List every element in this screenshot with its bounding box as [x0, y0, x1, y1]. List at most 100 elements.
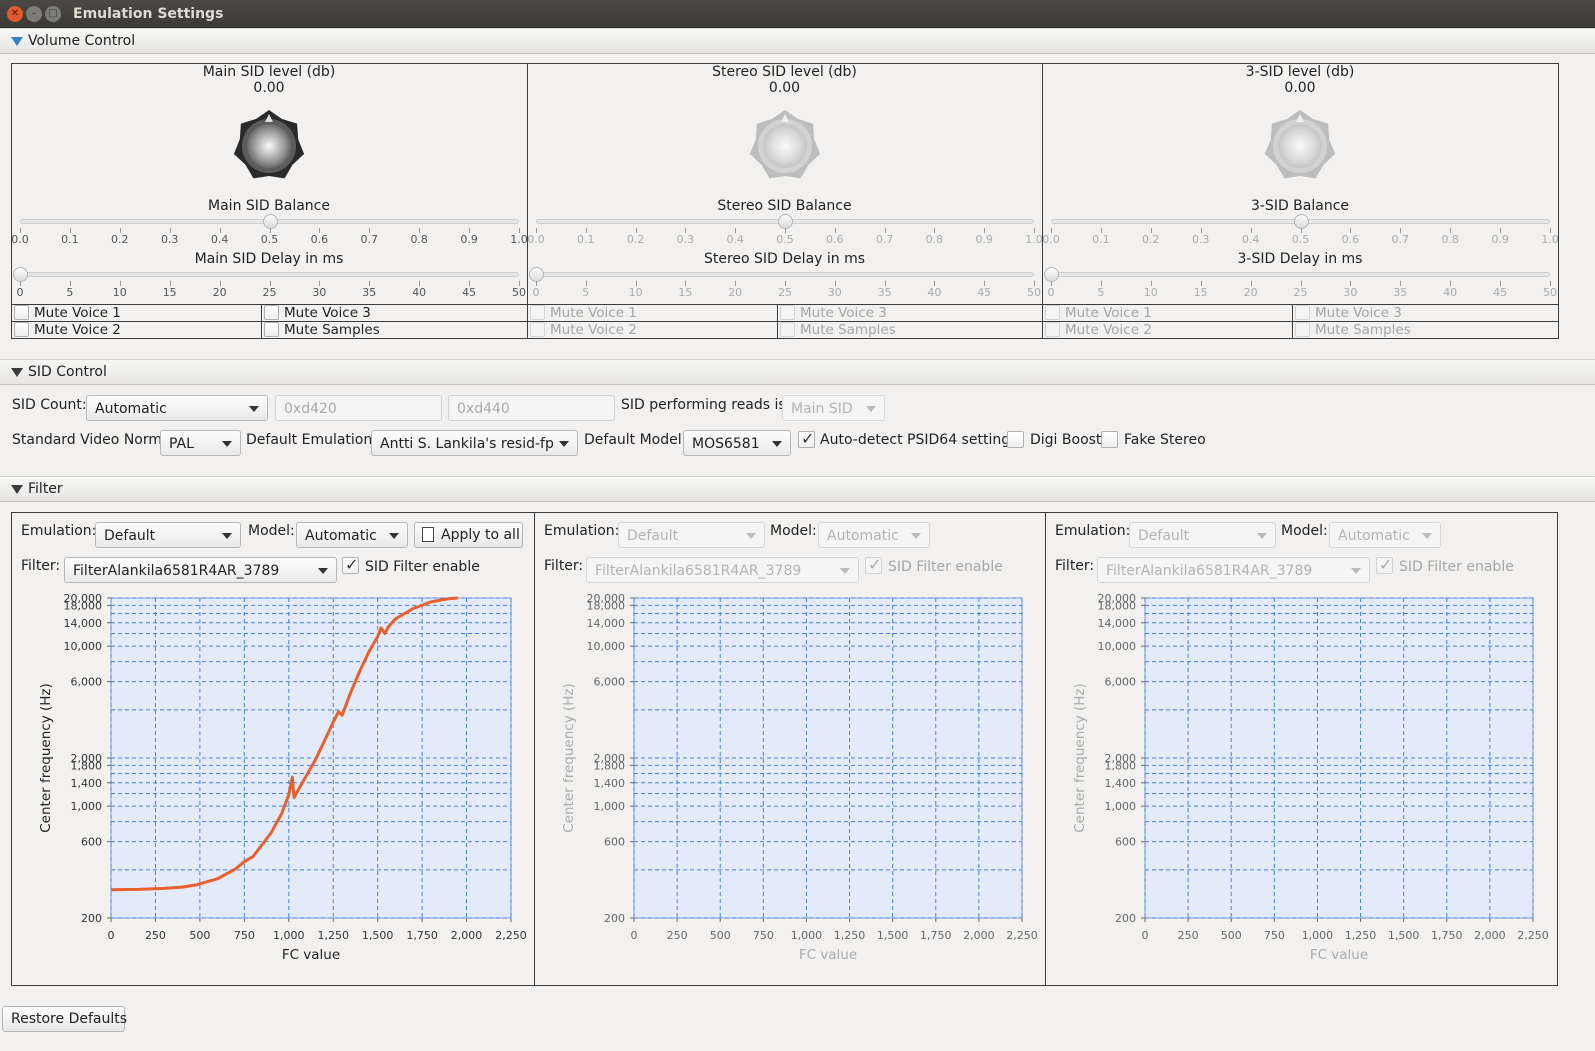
- mute-label: Mute Voice 3: [800, 305, 887, 321]
- filter-header[interactable]: Filter: [0, 476, 1595, 502]
- volume-knob[interactable]: [232, 109, 306, 183]
- mute-checkbox[interactable]: [780, 305, 795, 320]
- sid-filter-enable-checkbox[interactable]: [865, 555, 882, 574]
- minimize-window-button[interactable]: –: [26, 6, 42, 22]
- delay-label: Stereo SID Delay in ms: [703, 251, 866, 267]
- mute-checkbox[interactable]: [264, 305, 279, 320]
- balance-tick-label: 0.2: [1142, 233, 1160, 246]
- emulation-label: Emulation:: [544, 523, 620, 539]
- delay-tick-label: 5: [582, 286, 590, 299]
- delay-slider-track[interactable]: [1051, 272, 1550, 277]
- delay-slider-thumb[interactable]: [13, 267, 28, 282]
- volume-panel: [527, 63, 1043, 305]
- balance-tick-label: 0.5: [260, 233, 279, 246]
- filter-emulation-combo[interactable]: Default: [1129, 522, 1276, 548]
- delay-tick-label: 50: [1543, 286, 1557, 299]
- balance-tick-label: 0.1: [577, 233, 595, 246]
- mute-checkbox[interactable]: [14, 322, 29, 337]
- stereo-address-field[interactable]: 0xd420: [275, 395, 442, 421]
- model-label: Model:: [248, 523, 295, 539]
- delay-tick-label: 30: [827, 286, 842, 299]
- balance-tick-label: 0.1: [1092, 233, 1110, 246]
- reads-label: SID performing reads is:: [621, 397, 791, 413]
- mute-checkbox[interactable]: [530, 305, 545, 320]
- knob-icon: [233, 110, 305, 179]
- filter-label: Filter:: [1055, 558, 1095, 574]
- delay-tick-label: 45: [977, 286, 992, 299]
- balance-tick-label: 0.5: [1291, 233, 1310, 246]
- sid-control-header[interactable]: SID Control: [0, 359, 1595, 385]
- maximize-window-button[interactable]: □: [45, 6, 61, 22]
- filter-combo[interactable]: FilterAlankila6581R4AR_3789: [586, 557, 859, 583]
- video-norm-combo[interactable]: PAL: [160, 430, 241, 456]
- delay-tick-label: 20: [728, 286, 743, 299]
- delay-label: Main SID Delay in ms: [194, 251, 344, 267]
- delay-slider-track[interactable]: [536, 272, 1034, 277]
- filter-emulation-combo[interactable]: Default: [95, 522, 241, 548]
- window-title: Emulation Settings: [73, 6, 224, 22]
- balance-slider-thumb[interactable]: [778, 214, 793, 229]
- fake-stereo-checkbox[interactable]: [1101, 431, 1118, 448]
- volume-knob[interactable]: [748, 109, 822, 183]
- delay-slider-track[interactable]: [20, 272, 519, 277]
- balance-tick-label: 0.6: [826, 233, 844, 246]
- default-emulation-combo[interactable]: Antti S. Lankila's resid-fp: [371, 430, 578, 456]
- panel-divider: [534, 512, 535, 986]
- reads-sid-combo[interactable]: Main SID: [782, 395, 885, 421]
- filter-label: Filter:: [21, 558, 61, 574]
- filter-combo[interactable]: FilterAlankila6581R4AR_3789: [64, 557, 337, 583]
- balance-slider-thumb[interactable]: [262, 214, 278, 229]
- sid-count-combo[interactable]: Automatic: [86, 395, 268, 421]
- balance-label: Stereo SID Balance: [717, 198, 852, 214]
- balance-label: Main SID Balance: [208, 198, 330, 214]
- delay-label: 3-SID Delay in ms: [1237, 251, 1363, 267]
- delay-tick-label: 0: [1047, 286, 1055, 299]
- third-sid-address-field[interactable]: 0xd440: [448, 395, 615, 421]
- mute-checkbox[interactable]: [780, 322, 795, 337]
- default-model-combo[interactable]: MOS6581: [683, 430, 791, 456]
- delay-slider-thumb[interactable]: [1044, 267, 1059, 282]
- sid-filter-enable-checkbox[interactable]: [342, 555, 359, 574]
- mute-checkbox[interactable]: [1045, 305, 1060, 320]
- filter-model-combo[interactable]: Automatic: [1329, 522, 1441, 548]
- title-bar: ✕ – □ Emulation Settings: [0, 0, 1595, 28]
- close-window-button[interactable]: ✕: [7, 6, 23, 22]
- balance-slider-thumb[interactable]: [1293, 214, 1309, 229]
- mute-checkbox[interactable]: [1295, 322, 1310, 337]
- filter-emulation-combo[interactable]: Default: [618, 522, 765, 548]
- balance-tick-label: 0.4: [726, 233, 744, 246]
- delay-tick-label: 15: [1193, 286, 1208, 299]
- mute-checkbox[interactable]: [530, 322, 545, 337]
- balance-tick-label: 0.7: [360, 233, 379, 246]
- mute-checkbox[interactable]: [14, 305, 29, 320]
- delay-tick-label: 25: [778, 286, 792, 299]
- restore-defaults-button[interactable]: Restore Defaults: [2, 1006, 127, 1032]
- expand-arrow-icon: [11, 485, 23, 494]
- digi-boost-checkbox[interactable]: [1007, 431, 1024, 448]
- mute-checkbox[interactable]: [264, 322, 279, 337]
- level-label: Stereo SID level (db): [712, 64, 857, 80]
- psid64-checkbox[interactable]: [798, 429, 815, 448]
- level-value: 0.00: [253, 80, 285, 96]
- delay-tick-label: 35: [877, 286, 892, 299]
- video-norm-label: Standard Video Norm:: [12, 432, 167, 448]
- volume-knob[interactable]: [1263, 109, 1337, 183]
- mute-label: Mute Voice 1: [550, 305, 637, 321]
- fake-stereo-label: Fake Stereo: [1124, 432, 1206, 448]
- delay-tick-label: 40: [412, 286, 427, 299]
- filter-model-combo[interactable]: Automatic: [296, 522, 408, 548]
- sid-filter-enable-label: SID Filter enable: [888, 559, 1003, 575]
- balance-tick-label: 0.7: [875, 233, 894, 246]
- filter-combo[interactable]: FilterAlankila6581R4AR_3789: [1097, 557, 1370, 583]
- volume-control-header[interactable]: Volume Control: [0, 28, 1595, 54]
- delay-slider-thumb[interactable]: [529, 267, 544, 282]
- mute-checkbox[interactable]: [1295, 305, 1310, 320]
- section-title: SID Control: [28, 364, 107, 380]
- mute-label: Mute Voice 3: [284, 305, 371, 321]
- delay-tick-label: 20: [1243, 286, 1258, 299]
- filter-model-combo[interactable]: Automatic: [818, 522, 930, 548]
- balance-tick-label: 0.8: [1441, 233, 1459, 246]
- mute-checkbox[interactable]: [1045, 322, 1060, 337]
- mute-label: Mute Voice 2: [34, 322, 121, 338]
- sid-filter-enable-checkbox[interactable]: [1376, 555, 1393, 574]
